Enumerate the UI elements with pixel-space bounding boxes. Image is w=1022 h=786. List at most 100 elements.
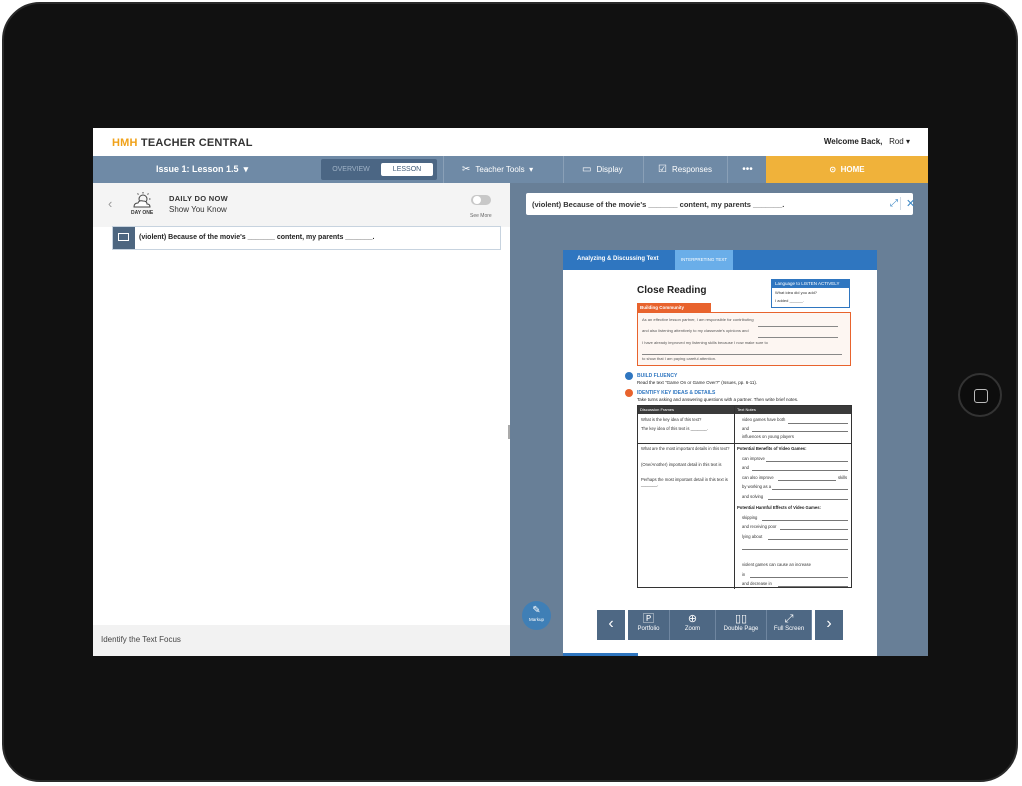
harmful-heading: Potential Harmful Effects of Video Games… <box>737 505 821 510</box>
blank-line <box>742 549 848 550</box>
top-header: HMH TEACHER CENTRAL Welcome Back, Rod ▾ <box>93 128 928 156</box>
chevron-left-icon[interactable]: ‹ <box>108 196 112 211</box>
zoom-button[interactable]: ⊕ Zoom <box>670 610 716 640</box>
chevron-right-icon: › <box>826 615 832 632</box>
harm-4: violent games can cause an increase <box>742 562 811 567</box>
table-divider <box>734 406 735 589</box>
blank-line <box>788 423 848 424</box>
portfolio-button[interactable]: 🄿 Portfolio <box>628 610 670 640</box>
blank-line <box>752 431 848 432</box>
chevron-left-icon: ‹ <box>608 615 614 632</box>
display-button[interactable]: ▭ Display <box>563 156 643 183</box>
note-1b: and <box>742 426 749 431</box>
prompt-text: (violent) Because of the movie's _______… <box>532 200 785 209</box>
community-line-4: to show that I am paying careful attenti… <box>642 356 717 361</box>
home-icon: ⊙ <box>829 165 837 174</box>
lesson-panel-footer[interactable]: Identify the Text Focus <box>93 625 510 656</box>
blank-line <box>758 337 838 338</box>
view-toggle: OVERVIEW LESSON <box>321 159 437 180</box>
blank-line <box>778 586 848 587</box>
building-community-label: Building Community <box>637 303 711 312</box>
harm-3: lying about <box>742 534 763 539</box>
lesson-selector-label: Issue 1: Lesson 1.5 <box>156 164 239 174</box>
benefits-heading: Potential Benefits of Video Games: <box>737 446 807 451</box>
logo-text: TEACHER CENTRAL <box>140 137 253 149</box>
content-viewer: (violent) Because of the movie's _______… <box>510 183 928 656</box>
key-ideas-icon <box>625 389 633 397</box>
markup-button[interactable]: ✎ Markup <box>522 601 551 630</box>
community-line-1: As an effective lesson partner, I am res… <box>642 317 754 322</box>
more-menu-button[interactable]: ••• <box>727 156 767 183</box>
textbook-page: Analyzing & Discussing Text INTERPRETING… <box>563 250 877 656</box>
blank-line <box>772 489 848 490</box>
monitor-icon: ▭ <box>582 164 592 175</box>
more-label: ••• <box>742 164 753 175</box>
benefit-2: and <box>742 465 749 470</box>
frame-answer-3: Perhaps the most important detail in thi… <box>641 477 728 487</box>
frame-answer-1: The key idea of this text is _______. <box>641 426 709 431</box>
key-ideas-title: IDENTIFY KEY IDEAS & DETAILS <box>637 390 716 396</box>
see-more-label: See More <box>470 213 492 219</box>
language-line-2: I added ______. <box>775 298 804 303</box>
home-button[interactable]: ⊙ HOME <box>766 156 928 183</box>
table-header-notes: Text Notes <box>735 406 851 414</box>
harm-2: and receiving poor <box>742 524 777 529</box>
build-fluency-title: BUILD FLUENCY <box>637 373 678 379</box>
see-more-toggle[interactable] <box>471 195 491 205</box>
building-community-box: As an effective lesson partner, I am res… <box>637 312 851 366</box>
fullscreen-icon: ⤢ <box>784 613 794 625</box>
activity-item-text: (violent) Because of the movie's _______… <box>139 234 375 241</box>
language-box: Language to LISTEN ACTIVELY What idea di… <box>771 279 850 308</box>
next-page-button[interactable]: › <box>815 610 843 640</box>
blank-line <box>758 326 838 327</box>
blank-line <box>642 354 842 355</box>
toggle-lesson[interactable]: LESSON <box>381 163 433 176</box>
benefit-3: can also improve <box>742 475 774 480</box>
toggle-overview[interactable]: OVERVIEW <box>325 163 377 176</box>
lesson-selector[interactable]: Issue 1: Lesson 1.5 ▾ <box>156 164 248 175</box>
teacher-tools-menu[interactable]: ✂ Teacher Tools ▾ <box>443 156 563 183</box>
full-screen-button[interactable]: ⤢ Full Screen <box>767 610 812 640</box>
home-square-icon <box>974 389 988 403</box>
app-logo[interactable]: HMH TEACHER CENTRAL <box>112 137 253 149</box>
full-screen-label: Full Screen <box>773 626 805 632</box>
logo-prefix: HMH <box>112 137 138 149</box>
expand-icon[interactable]: ⤢ <box>890 198 898 209</box>
key-ideas-text: Take turns asking and answering question… <box>637 397 799 402</box>
responses-label: Responses <box>671 165 712 174</box>
blank-line <box>766 461 848 462</box>
chevron-down-icon: ▾ <box>905 137 910 146</box>
table-header-frames: Discussion Frames <box>638 406 734 414</box>
blank-line <box>780 529 848 530</box>
tablet-home-button[interactable] <box>958 373 1002 417</box>
section-subtitle: Show You Know <box>169 205 227 214</box>
notes-table: Discussion Frames Text Notes What is the… <box>637 405 852 589</box>
frame-question-1: What is the key idea of this text? <box>641 417 702 422</box>
zoom-icon: ⊕ <box>687 613 698 625</box>
activity-item[interactable]: (violent) Because of the movie's _______… <box>112 226 501 250</box>
close-icon[interactable]: ✕ <box>900 197 919 210</box>
portfolio-icon: 🄿 <box>643 613 654 625</box>
blank-line <box>750 577 848 578</box>
day-label: DAY ONE <box>131 210 154 216</box>
build-fluency-text: Read the text "Game On or Game Over?" (I… <box>637 380 758 385</box>
responses-button[interactable]: ☑ Responses <box>643 156 727 183</box>
table-row-divider <box>638 443 851 444</box>
welcome-menu[interactable]: Welcome Back, Rod ▾ <box>824 137 910 146</box>
double-page-button[interactable]: ▯▯ Double Page <box>716 610 767 640</box>
harm-6: and decrease in <box>742 581 772 586</box>
page-heading: Close Reading <box>637 285 707 296</box>
slide-icon <box>113 227 135 249</box>
community-line-2: and also listening attentively to my cla… <box>642 328 749 333</box>
portfolio-label: Portfolio <box>637 626 660 632</box>
zoom-label: Zoom <box>684 626 701 632</box>
lesson-panel-header: ‹ DAY ONE DAILY DO NOW Show You Know See… <box>93 183 510 227</box>
language-line-1: What idea did you add? <box>775 290 818 295</box>
previous-page-button[interactable]: ‹ <box>597 610 625 640</box>
note-1a: video games have both <box>742 417 786 422</box>
language-box-title: Language to LISTEN ACTIVELY <box>772 280 849 288</box>
harm-5: in <box>742 572 746 577</box>
book-icon: ▯▯ <box>734 613 748 625</box>
blank-line <box>768 499 848 500</box>
display-label: Display <box>596 165 623 174</box>
